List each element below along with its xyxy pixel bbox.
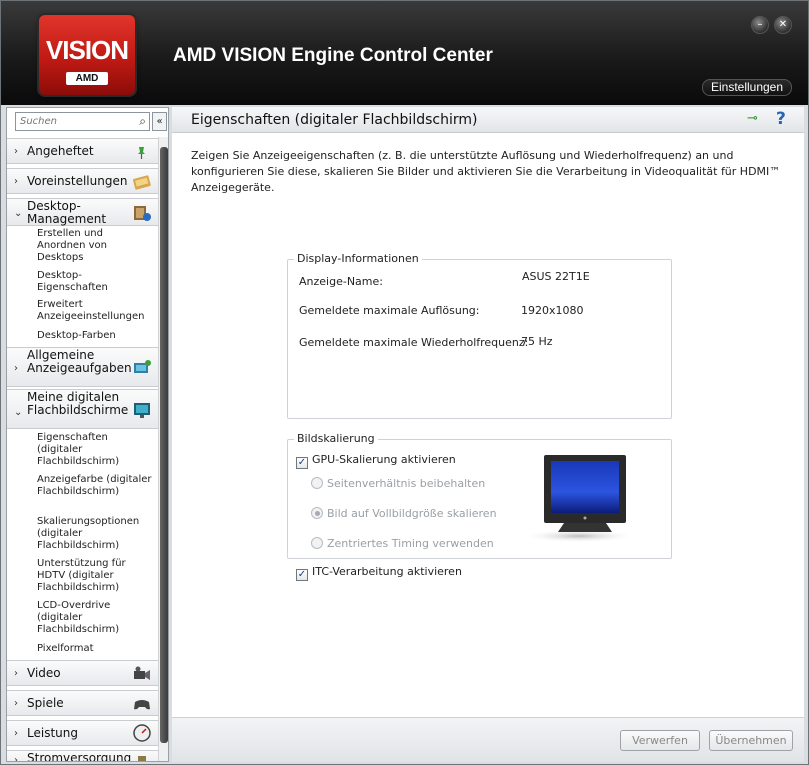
sidebar-item-label: Desktop-Management	[27, 199, 107, 226]
sidebar-subitem[interactable]: Skalierungsoptionen (digitaler Flachbild…	[37, 516, 152, 552]
video-camera-icon	[134, 666, 150, 680]
radio-centered-timing[interactable]: Zentriertes Timing verwenden	[311, 537, 494, 550]
sidebar-item-label: Voreinstellungen	[27, 174, 128, 188]
sidebar-item-desktop-management[interactable]: ⌄ Desktop-Management	[7, 198, 158, 226]
radio-scale-fullscreen[interactable]: Bild auf Vollbildgröße skalieren	[311, 507, 497, 520]
sidebar-item-display-tasks[interactable]: › Allgemeine Anzeigeaufgaben	[7, 347, 158, 387]
radio-label: Zentriertes Timing verwenden	[327, 537, 494, 550]
max-resolution-value: 1920x1080	[521, 304, 584, 317]
logo-text: VISION	[45, 35, 129, 65]
chevron-right-icon: ›	[14, 146, 18, 157]
discard-button[interactable]: Verwerfen	[620, 730, 700, 751]
search-icon[interactable]: ⌕	[139, 114, 146, 129]
sidebar-item-performance[interactable]: › Leistung	[7, 720, 158, 746]
chevron-right-icon: ›	[14, 698, 18, 709]
sidebar-item-video[interactable]: › Video	[7, 660, 158, 686]
gpu-scaling-checkbox[interactable]: ✓ GPU-Skalierung aktivieren	[296, 453, 456, 469]
page-description: Zeigen Sie Anzeigeeigenschaften (z. B. d…	[191, 149, 781, 194]
pin-icon	[138, 147, 145, 159]
sidebar-subitem[interactable]: Desktop-Farben	[37, 330, 152, 342]
sidebar-subitem[interactable]: Anzeigefarbe (digitaler Flachbildschirm)	[37, 474, 152, 498]
sidebar-item-pinned[interactable]: › Angeheftet	[7, 138, 158, 164]
pin-page-icon[interactable]: ⊸	[747, 111, 758, 126]
sidebar-item-label: Spiele	[27, 696, 64, 710]
chevron-right-icon: ›	[14, 668, 18, 679]
close-button[interactable]: ✕	[774, 16, 792, 34]
radio-label: Bild auf Vollbildgröße skalieren	[327, 507, 497, 520]
minimize-icon: –	[757, 19, 763, 30]
double-chevron-left-icon: «	[156, 116, 163, 127]
checkbox-checked-icon: ✓	[296, 569, 308, 581]
app-header: VISION AMD AMD VISION Engine Control Cen…	[1, 1, 808, 105]
sidebar-item-power[interactable]: › Stromversorgung	[7, 750, 158, 762]
sidebar-item-label: Meine digitalen Flachbildschirme	[27, 390, 129, 417]
sidebar-subitem[interactable]: LCD-Overdrive (digitaler Flachbildschirm…	[37, 600, 152, 636]
help-icon[interactable]: ?	[776, 109, 786, 129]
sidebar: ⌕ « › Angeheftet › Voreinstellungen ⌄ De…	[6, 107, 169, 762]
vision-logo: VISION AMD	[39, 15, 135, 95]
settings-button[interactable]: Einstellungen	[702, 79, 792, 96]
sidebar-item-label: Leistung	[27, 726, 78, 740]
chevron-right-icon: ›	[14, 363, 18, 374]
sidebar-subitem[interactable]: Pixelformat	[37, 643, 152, 655]
radio-icon	[311, 477, 323, 489]
logo-badge: AMD	[65, 72, 109, 85]
power-icon	[138, 756, 146, 761]
checkbox-checked-icon: ✓	[296, 457, 308, 469]
sidebar-subitem[interactable]: Unterstützung für HDTV (digitaler Flachb…	[37, 558, 152, 594]
display-tasks-icon	[134, 360, 151, 373]
radio-keep-aspect[interactable]: Seitenverhältnis beibehalten	[311, 477, 485, 490]
sidebar-item-label: Angeheftet	[27, 144, 94, 158]
sidebar-subitem[interactable]: Erweitert Anzeigeeinstellungen	[37, 299, 152, 323]
sidebar-item-label: Video	[27, 666, 61, 680]
app-title: AMD VISION Engine Control Center	[173, 45, 493, 66]
sidebar-item-games[interactable]: › Spiele	[7, 690, 158, 716]
gauge-icon	[133, 724, 151, 742]
radio-label: Seitenverhältnis beibehalten	[327, 477, 486, 490]
preset-icon	[132, 175, 151, 190]
sidebar-subitem[interactable]: Erstellen und Anordnen von Desktops	[37, 228, 152, 264]
chevron-down-icon: ⌄	[14, 407, 23, 418]
radio-icon	[311, 537, 323, 549]
sidebar-scrollbar-thumb[interactable]	[160, 147, 168, 743]
collapse-sidebar-button[interactable]: «	[152, 112, 167, 131]
sidebar-subitem-properties[interactable]: Eigenschaften (digitaler Flachbildschirm…	[37, 432, 152, 468]
group-title: Display-Informationen	[294, 252, 422, 265]
monitor-icon	[527, 455, 631, 542]
minimize-button[interactable]: –	[751, 16, 769, 34]
group-title: Bildskalierung	[294, 432, 378, 445]
desktop-management-icon	[134, 206, 151, 221]
main-panel: Eigenschaften (digitaler Flachbildschirm…	[172, 107, 804, 762]
search-box: ⌕	[15, 112, 150, 131]
sidebar-item-presets[interactable]: › Voreinstellungen	[7, 168, 158, 194]
gpu-scaling-label: GPU-Skalierung aktivieren	[312, 453, 456, 466]
display-name-label: Anzeige-Name:	[299, 275, 383, 288]
search-input[interactable]	[16, 113, 130, 130]
max-refresh-value: 75 Hz	[521, 335, 553, 348]
gamepad-icon	[134, 700, 150, 710]
chevron-right-icon: ›	[14, 755, 18, 762]
close-icon: ✕	[778, 19, 788, 30]
sidebar-scrollbar[interactable]	[158, 137, 168, 761]
main-header: Eigenschaften (digitaler Flachbildschirm…	[172, 107, 804, 133]
itc-processing-label: ITC-Verarbeitung aktivieren	[312, 565, 462, 578]
footer-bar: Verwerfen Übernehmen	[172, 717, 804, 762]
apply-button[interactable]: Übernehmen	[709, 730, 793, 751]
app-window: VISION AMD AMD VISION Engine Control Cen…	[0, 0, 809, 765]
display-info-group: Display-Informationen Anzeige-Name: ASUS…	[287, 252, 672, 419]
display-name-value: ASUS 22T1E	[522, 270, 590, 283]
max-refresh-label: Gemeldete maximale Wiederholfrequenz:	[299, 336, 529, 349]
flat-panel-icon	[134, 403, 150, 418]
sidebar-item-label: Allgemeine Anzeigeaufgaben	[27, 348, 132, 375]
chevron-right-icon: ›	[14, 176, 18, 187]
sidebar-item-label: Stromversorgung	[27, 751, 132, 762]
max-resolution-label: Gemeldete maximale Auflösung:	[299, 304, 480, 317]
chevron-right-icon: ›	[14, 728, 18, 739]
sidebar-subitem[interactable]: Desktop-Eigenschaften	[37, 270, 152, 294]
itc-processing-checkbox[interactable]: ✓ ITC-Verarbeitung aktivieren	[296, 565, 462, 581]
chevron-down-icon: ⌄	[14, 208, 23, 219]
page-title: Eigenschaften (digitaler Flachbildschirm…	[191, 112, 478, 128]
sidebar-item-flat-panels[interactable]: ⌄ Meine digitalen Flachbildschirme	[7, 389, 158, 429]
radio-selected-icon	[311, 507, 323, 519]
